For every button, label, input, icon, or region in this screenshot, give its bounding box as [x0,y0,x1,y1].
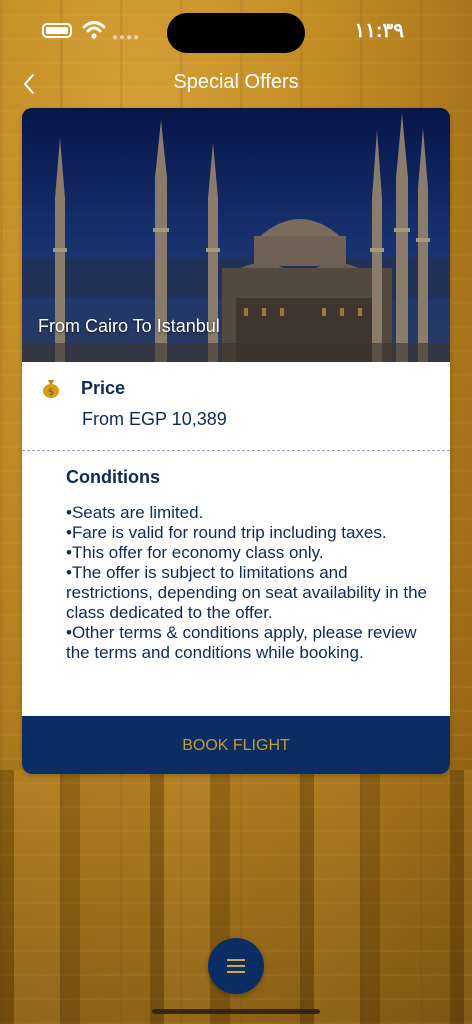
condition-item: •Other terms & conditions apply, please … [66,623,417,662]
hamburger-menu-icon [227,971,245,973]
condition-item: •The offer is subject to limitations and… [66,563,427,622]
page-title: Special Offers [173,71,299,93]
book-flight-button[interactable]: BOOK FLIGHT [22,716,450,774]
offer-card: From Cairo To Istanbul $ Price From EGP … [22,108,450,774]
conditions-list: •Seats are limited. •Fare is valid for r… [66,503,436,663]
price-value: From EGP 10,389 [82,409,227,429]
section-divider [22,450,450,451]
hamburger-menu-icon [227,965,245,967]
price-section [22,362,450,450]
status-bar: ●●●● ١١:٣٩ [0,0,472,60]
conditions-heading: Conditions [66,467,160,487]
status-time: ١١:٣٩ [354,20,404,42]
dynamic-island [167,13,305,53]
menu-button[interactable] [208,938,264,994]
battery-icon [42,23,72,38]
condition-item: •Fare is valid for round trip including … [66,523,387,542]
price-heading: Price [81,378,126,398]
signal-dots: ●●●● [112,32,141,43]
condition-item: •This offer for economy class only. [66,543,324,562]
svg-text:$: $ [48,387,54,398]
condition-item: •Seats are limited. [66,503,204,522]
destination-image: From Cairo To Istanbul [22,108,450,362]
wifi-icon [82,21,106,39]
money-bag-icon: $ [43,380,59,398]
home-indicator [152,1009,320,1014]
route-label: From Cairo To Istanbul [38,316,220,336]
hamburger-menu-icon [227,959,245,961]
